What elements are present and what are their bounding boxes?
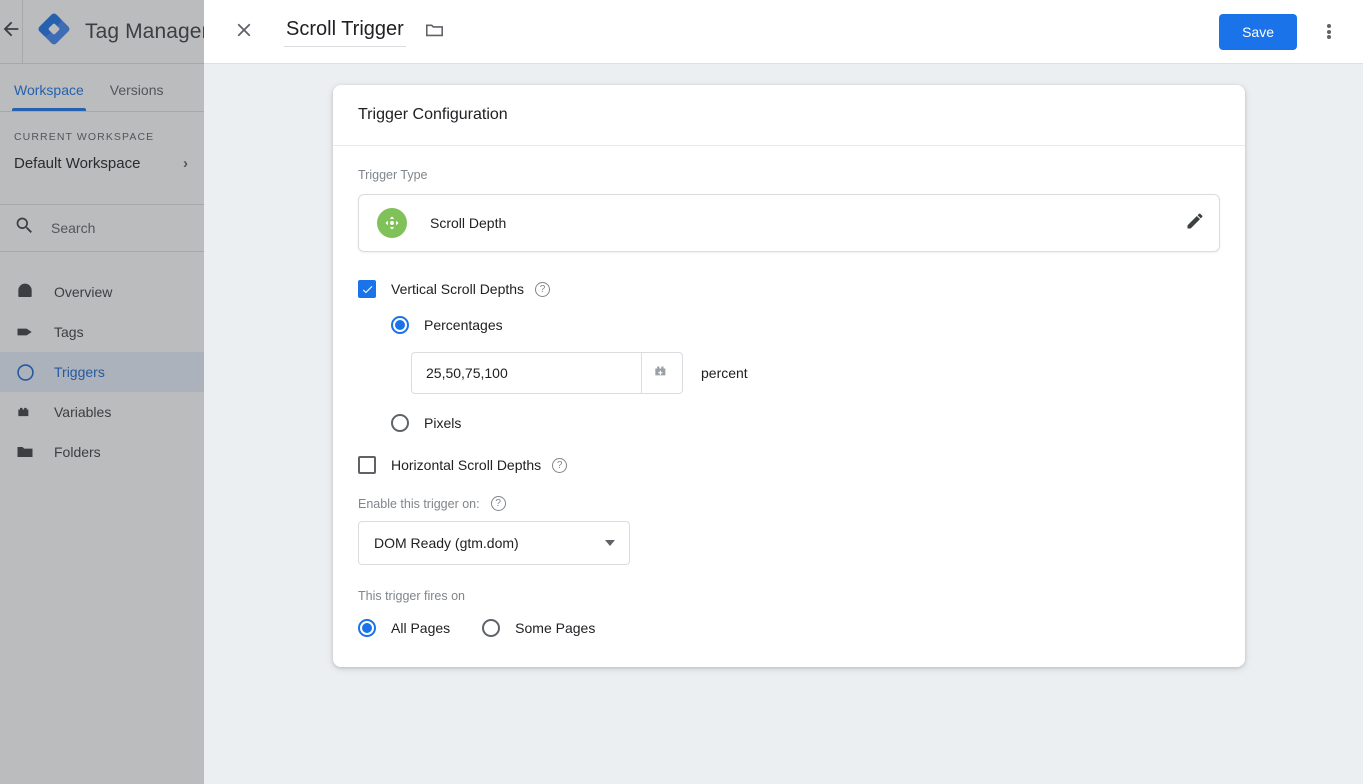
- horizontal-scroll-depths-row[interactable]: Horizontal Scroll Depths ?: [358, 456, 1220, 474]
- trigger-type-label: Trigger Type: [358, 168, 428, 182]
- percentages-input-group: percent: [411, 352, 1220, 394]
- trigger-editor-modal: Scroll Trigger Save Trigger Configuratio…: [204, 0, 1363, 784]
- variable-picker-button[interactable]: [641, 352, 683, 394]
- folder-icon[interactable]: [424, 19, 445, 45]
- fires-on-label: This trigger fires on: [358, 589, 465, 603]
- vertical-scroll-depths-row[interactable]: Vertical Scroll Depths ?: [358, 280, 1220, 298]
- close-icon: [233, 19, 255, 44]
- horizontal-scroll-depths-label: Horizontal Scroll Depths: [391, 457, 542, 473]
- all-pages-label: All Pages: [391, 620, 451, 636]
- card-body: Trigger Type Scroll Depth Vertical Scrol…: [333, 146, 1245, 667]
- enable-trigger-on-label: Enable this trigger on:: [358, 496, 480, 511]
- card-header: Trigger Configuration: [333, 85, 1245, 146]
- pencil-icon[interactable]: [1185, 211, 1205, 236]
- modal-scrim[interactable]: [0, 0, 204, 784]
- trigger-type-row[interactable]: Scroll Depth: [358, 194, 1220, 252]
- enable-trigger-on-value: DOM Ready (gtm.dom): [374, 535, 519, 551]
- some-pages-label: Some Pages: [515, 620, 596, 636]
- more-options-button[interactable]: [1309, 12, 1349, 52]
- help-icon[interactable]: ?: [535, 281, 551, 297]
- fires-on-options: All Pages Some Pages: [358, 619, 1220, 637]
- vertical-scroll-depths-checkbox[interactable]: [358, 280, 376, 298]
- card-title: Trigger Configuration: [358, 106, 508, 123]
- enable-trigger-on-select[interactable]: DOM Ready (gtm.dom): [358, 521, 630, 565]
- some-pages-radio[interactable]: [482, 619, 501, 637]
- more-vertical-icon: [1327, 23, 1331, 41]
- help-icon[interactable]: ?: [490, 496, 506, 511]
- pixels-radio[interactable]: [391, 414, 409, 432]
- scroll-depth-icon: [377, 208, 407, 238]
- modal-header: Scroll Trigger Save: [204, 0, 1363, 64]
- horizontal-scroll-depths-checkbox[interactable]: [358, 456, 376, 474]
- percentages-radio-row[interactable]: Percentages: [391, 316, 1220, 334]
- scroll-percentages-input[interactable]: [411, 352, 641, 394]
- percentages-label: Percentages: [424, 317, 503, 333]
- close-button[interactable]: [224, 12, 264, 52]
- pixels-radio-row[interactable]: Pixels: [391, 414, 1220, 432]
- variable-picker-icon: [652, 361, 672, 386]
- percent-unit-label: percent: [701, 365, 748, 381]
- all-pages-radio[interactable]: [358, 619, 376, 637]
- trigger-type-name: Scroll Depth: [430, 215, 507, 231]
- percentages-radio[interactable]: [391, 316, 409, 334]
- chevron-down-icon: [605, 540, 615, 546]
- save-button[interactable]: Save: [1219, 13, 1297, 50]
- trigger-name-input[interactable]: Scroll Trigger: [284, 16, 406, 47]
- enable-trigger-on-label-row: Enable this trigger on: ?: [358, 496, 1220, 511]
- trigger-configuration-card: Trigger Configuration Trigger Type Scrol…: [333, 85, 1245, 667]
- vertical-scroll-depths-label: Vertical Scroll Depths: [391, 281, 525, 297]
- help-icon[interactable]: ?: [552, 457, 568, 473]
- pixels-label: Pixels: [424, 415, 462, 431]
